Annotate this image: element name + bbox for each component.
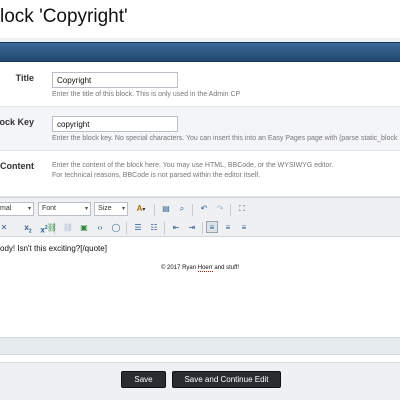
bullet-list-icon[interactable]: ☰ (132, 222, 144, 234)
quote-icon[interactable]: ◯ (110, 222, 122, 234)
footer-prefix: © 2017 Ryan (160, 265, 198, 271)
content-hint-2: For technical reasons, BBCode is not par… (52, 172, 261, 179)
key-label: lock Key (0, 117, 34, 127)
save-continue-button[interactable]: Save and Continue Edit (172, 371, 281, 388)
font-style-value: mal (0, 205, 12, 212)
toolbar-separator (192, 204, 193, 216)
editor-resize-bar[interactable] (0, 337, 400, 355)
font-size-value: Size (98, 205, 112, 212)
subscript-button[interactable]: x2 (22, 222, 34, 235)
content-hint-1: Enter the content of the block here. You… (52, 162, 334, 169)
save-button[interactable]: Save (121, 371, 166, 388)
undo-icon[interactable]: ↶ (198, 203, 210, 215)
footer-suffix: and stuff! (212, 265, 240, 271)
align-right-icon[interactable]: ≡ (238, 222, 250, 234)
editor-footer-line: © 2017 Ryan Hoerr and stuff! (0, 265, 400, 272)
title-label: Title (15, 73, 34, 83)
footer-name: Hoerr (197, 265, 213, 272)
toolbar-separator (126, 222, 127, 234)
toolbar-separator (202, 222, 203, 234)
redo-icon[interactable]: ↷ (214, 203, 226, 215)
toolbar-separator (154, 204, 155, 216)
align-left-icon[interactable]: ≡ (206, 221, 218, 233)
chevron-down-icon: ▾ (84, 206, 88, 212)
find-icon[interactable]: ⌕ (176, 203, 188, 215)
outdent-icon[interactable]: ⇤ (170, 222, 182, 234)
font-size-select[interactable]: Size ▾ (94, 202, 128, 216)
link-icon[interactable]: ⛓ (46, 222, 58, 234)
image-icon[interactable]: ▣ (78, 222, 90, 234)
indent-icon[interactable]: ⇥ (186, 222, 198, 234)
page-title: lock 'Copyright' (0, 6, 128, 27)
toolbar-separator (230, 204, 231, 216)
key-row: lock Key Enter the block key. No special… (0, 107, 400, 151)
title-input[interactable] (52, 72, 178, 88)
form-header-bar (0, 42, 400, 62)
key-hint: Enter the block key. No special characte… (52, 135, 398, 142)
content-row: Content Enter the content of the block h… (0, 151, 400, 197)
font-family-select[interactable]: Font ▾ (38, 202, 91, 216)
align-center-icon[interactable]: ≡ (222, 222, 234, 234)
fullscreen-icon[interactable]: ⛶ (236, 203, 248, 215)
font-family-value: Font (42, 205, 57, 212)
editor-text-line: ody! Isn't this exciting?[/quote] (0, 244, 107, 253)
form-button-bar: Save Save and Continue Edit (0, 362, 400, 400)
title-row: Title Enter the title of this block. Thi… (0, 63, 400, 107)
content-label: Content (0, 161, 34, 171)
toolbar-separator (164, 222, 165, 234)
font-style-select[interactable]: mal ▾ (0, 202, 34, 216)
remove-format-icon[interactable]: ✕ (0, 222, 10, 234)
numbered-list-icon[interactable]: ☷ (148, 222, 160, 234)
title-hint: Enter the title of this block. This is o… (52, 91, 241, 98)
code-icon[interactable]: ‹› (94, 222, 106, 234)
chevron-down-icon: ▾ (121, 206, 125, 212)
chevron-down-icon: ▾ (27, 206, 31, 212)
text-color-button[interactable]: A▾ (132, 203, 150, 215)
unlink-icon[interactable]: ⛓ (62, 222, 74, 234)
select-all-icon[interactable]: ▤ (160, 203, 172, 215)
wysiwyg-editor[interactable]: ody! Isn't this exciting?[/quote] © 2017… (0, 237, 400, 337)
key-input[interactable] (52, 116, 178, 132)
editor-toolbar: mal ▾ Font ▾ Size ▾ A▾ ▤ ⌕ ↶ ↷ ⛶ ✕ x2 x2… (0, 197, 400, 237)
